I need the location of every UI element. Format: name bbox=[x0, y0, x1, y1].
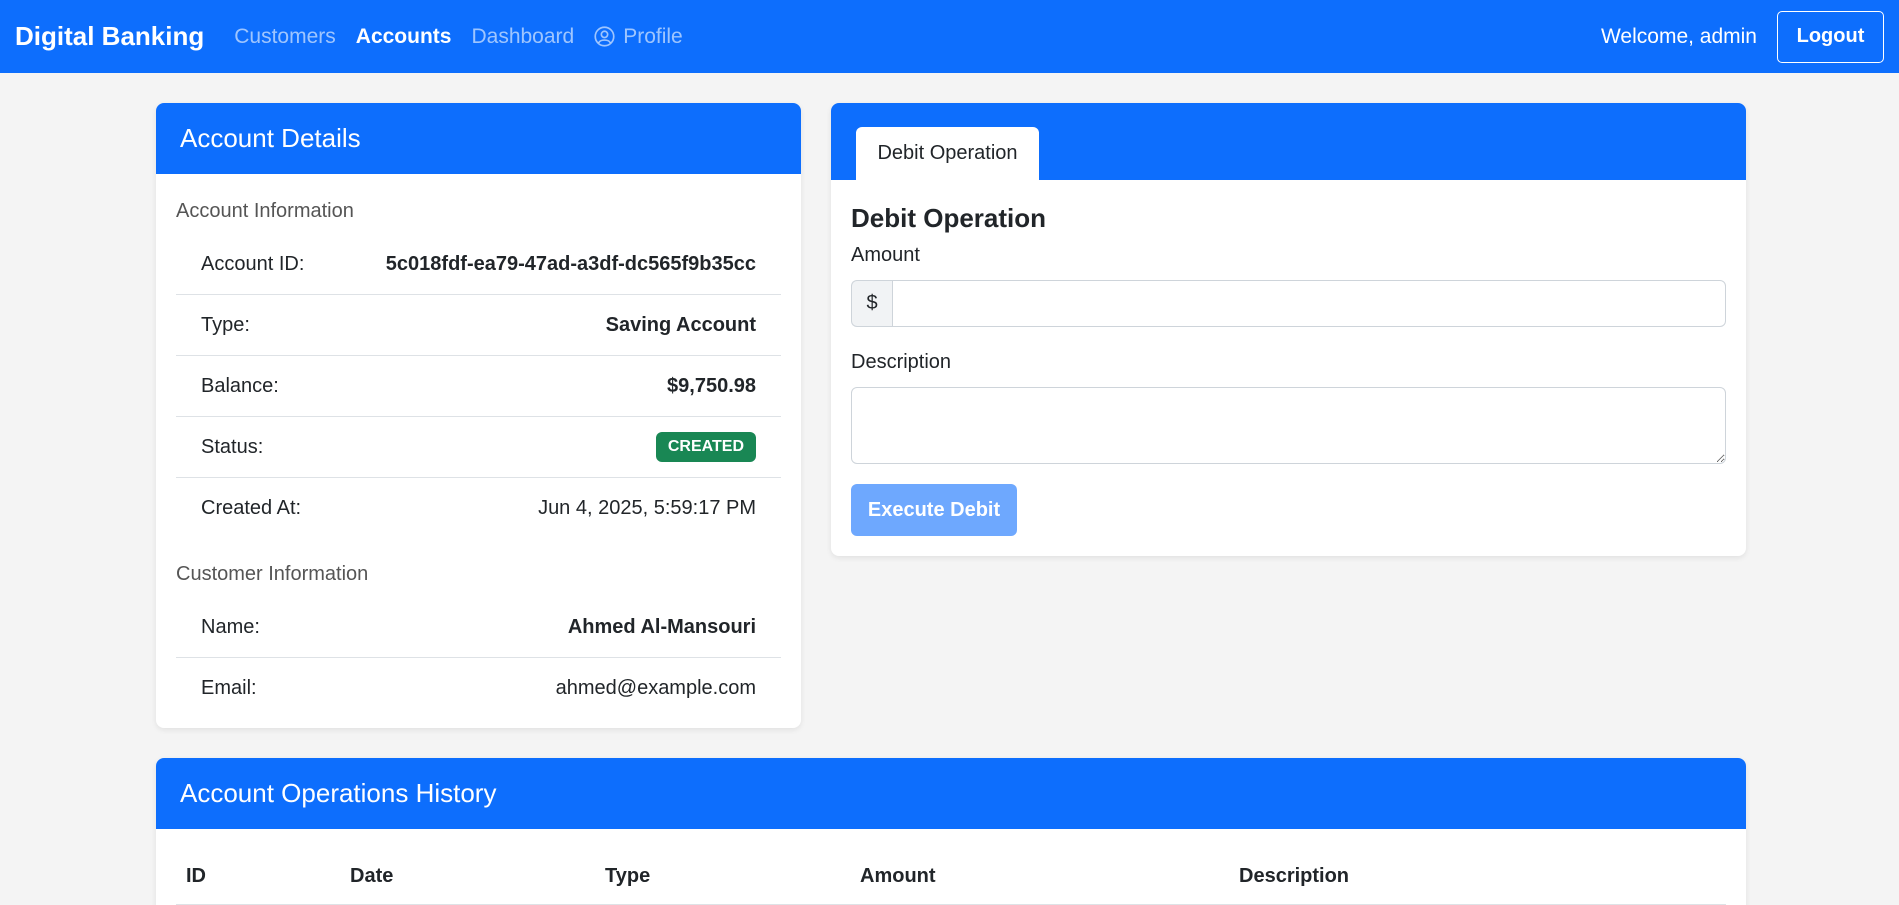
user-circle-icon bbox=[594, 26, 615, 47]
account-created-label: Created At: bbox=[201, 497, 302, 519]
account-status-row: Status: CREATED bbox=[176, 417, 781, 478]
account-info-list: Account ID: 5c018fdf-ea79-47ad-a3df-dc56… bbox=[176, 234, 781, 539]
customer-name-value: Ahmed Al-Mansouri bbox=[567, 615, 756, 638]
account-created-row: Created At: Jun 4, 2025, 5:59:17 PM bbox=[176, 478, 781, 539]
debit-form: Debit Operation Amount $ Description Exe… bbox=[831, 180, 1746, 556]
tab-debit-operation[interactable]: Debit Operation bbox=[856, 127, 1039, 180]
status-badge: CREATED bbox=[655, 432, 756, 462]
debit-form-title: Debit Operation bbox=[851, 203, 1047, 233]
nav-link-accounts[interactable]: Accounts bbox=[356, 25, 452, 49]
currency-prefix: $ bbox=[851, 280, 892, 327]
welcome-text: Welcome, admin bbox=[1600, 24, 1757, 48]
debit-card-header: Debit Operation bbox=[831, 103, 1746, 180]
customer-name-label: Name: bbox=[201, 615, 260, 638]
logout-button[interactable]: Logout bbox=[1777, 10, 1884, 63]
amount-input-group: $ bbox=[851, 280, 1726, 327]
nav-link-customers[interactable]: Customers bbox=[234, 25, 336, 49]
nav-link-dashboard[interactable]: Dashboard bbox=[471, 25, 574, 49]
column-amount[interactable]: Amount bbox=[850, 849, 1229, 905]
account-balance-row: Balance: $9,750.98 bbox=[176, 356, 781, 417]
navbar-right: Welcome, admin Logout bbox=[1600, 10, 1884, 63]
customer-email-row: Email: ahmed@example.com bbox=[176, 658, 781, 719]
column-type[interactable]: Type bbox=[595, 849, 850, 905]
account-id-value: 5c018fdf-ea79-47ad-a3df-dc565f9b35cc bbox=[385, 252, 756, 275]
account-balance-value: $9,750.98 bbox=[667, 374, 756, 397]
account-information-title: Account Information bbox=[176, 200, 354, 222]
account-details-header: Account Details bbox=[156, 103, 801, 174]
execute-debit-button[interactable]: Execute Debit bbox=[851, 484, 1017, 536]
brand-logo[interactable]: Digital Banking bbox=[15, 21, 204, 52]
column-id[interactable]: ID bbox=[176, 849, 340, 905]
customer-name-row: Name: Ahmed Al-Mansouri bbox=[176, 597, 781, 658]
nav-link-profile[interactable]: Profile bbox=[594, 25, 683, 49]
account-details-card: Account Details Account Information Acco… bbox=[156, 103, 801, 728]
column-description[interactable]: Description bbox=[1229, 849, 1726, 905]
nav-link-profile-label: Profile bbox=[623, 24, 683, 48]
operations-history-header: Account Operations History bbox=[156, 758, 1746, 829]
account-type-value: Saving Account bbox=[605, 313, 756, 336]
customer-info-list: Name: Ahmed Al-Mansouri Email: ahmed@exa… bbox=[176, 597, 781, 719]
amount-input[interactable] bbox=[892, 280, 1726, 327]
account-status-label: Status: bbox=[201, 435, 264, 458]
account-id-row: Account ID: 5c018fdf-ea79-47ad-a3df-dc56… bbox=[176, 234, 781, 295]
amount-label: Amount bbox=[851, 244, 920, 266]
column-date[interactable]: Date bbox=[340, 849, 595, 905]
account-created-value: Jun 4, 2025, 5:59:17 PM bbox=[538, 497, 756, 519]
operations-history-card: Account Operations History ID Date Type … bbox=[156, 758, 1746, 905]
operations-table: ID Date Type Amount Description bbox=[176, 849, 1726, 905]
account-type-row: Type: Saving Account bbox=[176, 295, 781, 356]
table-header-row: ID Date Type Amount Description bbox=[176, 849, 1726, 905]
description-label: Description bbox=[851, 351, 952, 373]
account-id-label: Account ID: bbox=[201, 252, 305, 275]
top-navbar: Digital Banking Customers Accounts Dashb… bbox=[0, 0, 1899, 73]
debit-operation-card: Debit Operation Debit Operation Amount $… bbox=[831, 103, 1746, 556]
description-input[interactable] bbox=[851, 387, 1726, 464]
account-type-label: Type: bbox=[201, 313, 250, 336]
customer-email-value: ahmed@example.com bbox=[555, 677, 756, 699]
customer-email-label: Email: bbox=[201, 677, 257, 699]
account-balance-label: Balance: bbox=[201, 374, 279, 397]
customer-information-title: Customer Information bbox=[176, 563, 369, 585]
